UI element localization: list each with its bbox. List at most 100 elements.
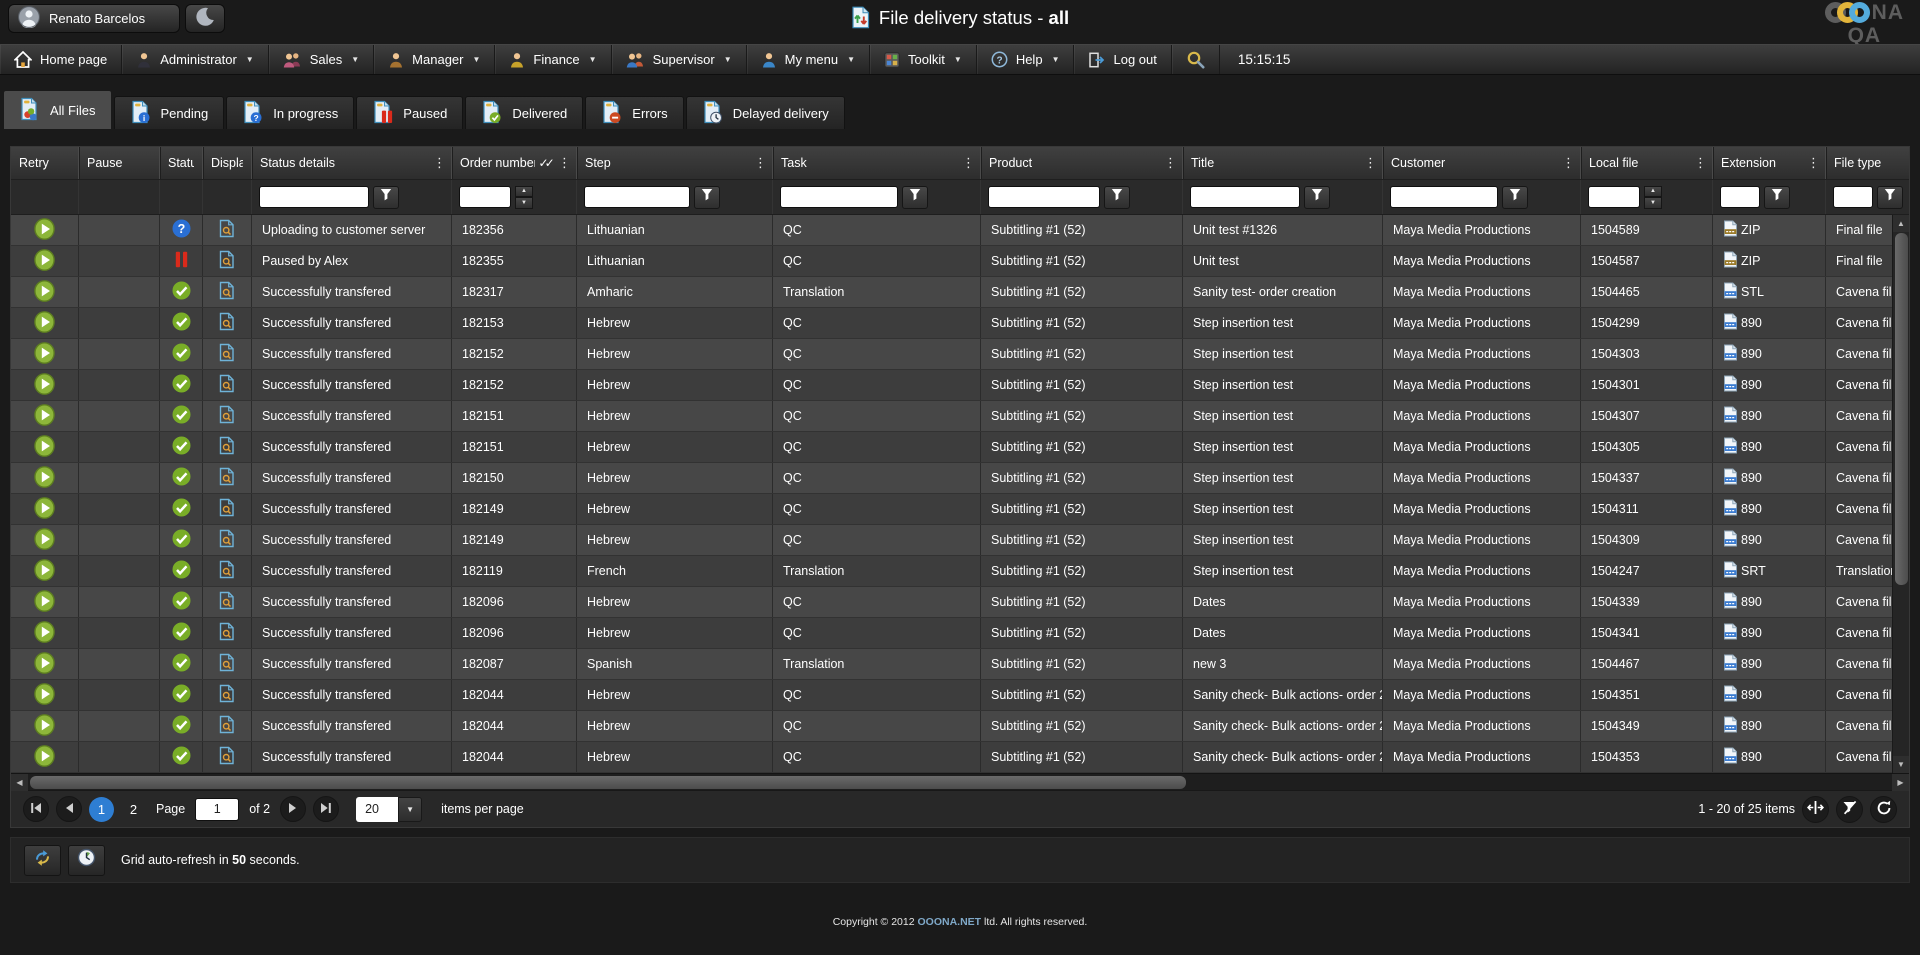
table-row[interactable]: Successfully transfered182096HebrewQCSub… — [11, 587, 1910, 618]
table-row[interactable]: Successfully transfered182152HebrewQCSub… — [11, 339, 1910, 370]
filter-input-local-file[interactable] — [1588, 186, 1640, 208]
display-file-button[interactable] — [219, 622, 235, 644]
retry-button[interactable] — [34, 683, 55, 708]
spinner-up-icon[interactable]: ▲ — [515, 186, 533, 198]
retry-button[interactable] — [34, 590, 55, 615]
refresh-grid-button[interactable] — [1870, 796, 1897, 823]
nav-item-manager[interactable]: Manager▼ — [374, 45, 495, 74]
vertical-scroll-thumb[interactable] — [1895, 233, 1908, 585]
retry-button[interactable] — [34, 745, 55, 770]
retry-button[interactable] — [34, 311, 55, 336]
previous-page-button[interactable] — [56, 796, 82, 822]
table-row[interactable]: Successfully transfered182096HebrewQCSub… — [11, 618, 1910, 649]
scroll-up-icon[interactable]: ▲ — [1893, 215, 1909, 232]
column-header-step[interactable]: Step⋮ — [577, 147, 773, 179]
table-row[interactable]: Successfully transfered182150HebrewQCSub… — [11, 463, 1910, 494]
table-row[interactable]: Successfully transfered182044HebrewQCSub… — [11, 680, 1910, 711]
filter-input-title[interactable] — [1190, 186, 1300, 208]
nav-item-log-out[interactable]: Log out — [1074, 45, 1171, 74]
retry-button[interactable] — [34, 497, 55, 522]
display-file-button[interactable] — [219, 715, 235, 737]
column-header-display[interactable]: Display — [203, 147, 252, 179]
column-header-local-file[interactable]: Local file⋮ — [1581, 147, 1713, 179]
tab-delivered[interactable]: Delivered — [465, 96, 583, 129]
filter-funnel-button[interactable] — [694, 186, 720, 209]
first-page-button[interactable] — [23, 796, 49, 822]
filter-funnel-button[interactable] — [902, 186, 928, 209]
column-menu-icon[interactable]: ⋮ — [1694, 155, 1704, 171]
table-row[interactable]: Successfully transfered182149HebrewQCSub… — [11, 494, 1910, 525]
filter-input-status-details[interactable] — [259, 186, 369, 208]
tab-errors[interactable]: Errors — [585, 96, 683, 129]
column-header-status[interactable]: Status — [160, 147, 203, 179]
retry-button[interactable] — [34, 435, 55, 460]
display-file-button[interactable] — [219, 529, 235, 551]
column-header-extension[interactable]: Extension⋮ — [1713, 147, 1826, 179]
retry-button[interactable] — [34, 218, 55, 243]
column-menu-icon[interactable]: ⋮ — [1562, 155, 1572, 171]
search-button[interactable] — [1172, 45, 1220, 74]
horizontal-scrollbar[interactable]: ◀ ▶ — [11, 773, 1909, 790]
display-file-button[interactable] — [219, 591, 235, 613]
nav-item-finance[interactable]: Finance▼ — [495, 45, 611, 74]
spinner-up-icon[interactable]: ▲ — [1644, 186, 1662, 198]
table-row[interactable]: Successfully transfered182044HebrewQCSub… — [11, 711, 1910, 742]
retry-button[interactable] — [34, 404, 55, 429]
display-file-button[interactable] — [219, 560, 235, 582]
display-file-button[interactable] — [219, 684, 235, 706]
nav-item-help[interactable]: ?Help▼ — [977, 45, 1075, 74]
table-row[interactable]: Successfully transfered182119FrenchTrans… — [11, 556, 1910, 587]
nav-item-toolkit[interactable]: Toolkit▼ — [870, 45, 977, 74]
retry-button[interactable] — [34, 559, 55, 584]
column-header-task[interactable]: Task⋮ — [773, 147, 981, 179]
retry-button[interactable] — [34, 373, 55, 398]
display-file-button[interactable] — [219, 281, 235, 303]
column-menu-icon[interactable]: ⋮ — [1807, 155, 1817, 171]
chevron-down-icon[interactable]: ▼ — [398, 797, 422, 822]
column-header-order-number[interactable]: Order number✓✓ ⋮ — [452, 147, 577, 179]
retry-button[interactable] — [34, 342, 55, 367]
retry-button[interactable] — [34, 714, 55, 739]
display-file-button[interactable] — [219, 746, 235, 768]
filter-funnel-button[interactable] — [373, 186, 399, 209]
spinner-down-icon[interactable]: ▼ — [1644, 197, 1662, 209]
filter-input-file-type[interactable] — [1833, 186, 1873, 208]
column-header-pause[interactable]: Pause — [79, 147, 160, 179]
page-input[interactable] — [195, 798, 239, 821]
next-page-button[interactable] — [280, 796, 306, 822]
column-menu-icon[interactable]: ⋮ — [1364, 155, 1374, 171]
filter-funnel-button[interactable] — [1764, 186, 1790, 209]
table-row[interactable]: Successfully transfered182149HebrewQCSub… — [11, 525, 1910, 556]
filter-funnel-button[interactable] — [1502, 186, 1528, 209]
tab-paused[interactable]: Paused — [356, 96, 463, 129]
column-menu-icon[interactable]: ⋮ — [1164, 155, 1174, 171]
nav-item-sales[interactable]: Sales▼ — [269, 45, 374, 74]
filter-input-product[interactable] — [988, 186, 1100, 208]
table-row[interactable]: Successfully transfered182151HebrewQCSub… — [11, 432, 1910, 463]
filter-input-order-number[interactable] — [459, 186, 511, 208]
filter-input-task[interactable] — [780, 186, 898, 208]
display-file-button[interactable] — [219, 312, 235, 334]
column-menu-icon[interactable]: ⋮ — [962, 155, 972, 171]
horizontal-scroll-track[interactable] — [28, 774, 1892, 790]
page-number-2[interactable]: 2 — [121, 797, 146, 822]
filter-funnel-button[interactable] — [1877, 186, 1903, 209]
nav-item-my-menu[interactable]: My menu▼ — [747, 45, 870, 74]
column-header-product[interactable]: Product⋮ — [981, 147, 1183, 179]
retry-button[interactable] — [34, 528, 55, 553]
retry-button[interactable] — [34, 652, 55, 677]
display-file-button[interactable] — [219, 653, 235, 675]
spinner-down-icon[interactable]: ▼ — [515, 197, 533, 209]
column-header-retry[interactable]: Retry — [11, 147, 79, 179]
scroll-left-icon[interactable]: ◀ — [11, 774, 28, 791]
table-row[interactable]: Successfully transfered182153HebrewQCSub… — [11, 308, 1910, 339]
table-row[interactable]: Successfully transfered182151HebrewQCSub… — [11, 401, 1910, 432]
filter-input-step[interactable] — [584, 186, 690, 208]
table-row[interactable]: ?Uploading to customer server182356Lithu… — [11, 215, 1910, 246]
page-number-1[interactable]: 1 — [89, 797, 114, 822]
filter-input-extension[interactable] — [1720, 186, 1760, 208]
tab-pending[interactable]: iPending — [114, 96, 225, 129]
retry-button[interactable] — [34, 249, 55, 274]
clear-filters-button[interactable] — [1836, 796, 1863, 823]
filter-funnel-button[interactable] — [1104, 186, 1130, 209]
